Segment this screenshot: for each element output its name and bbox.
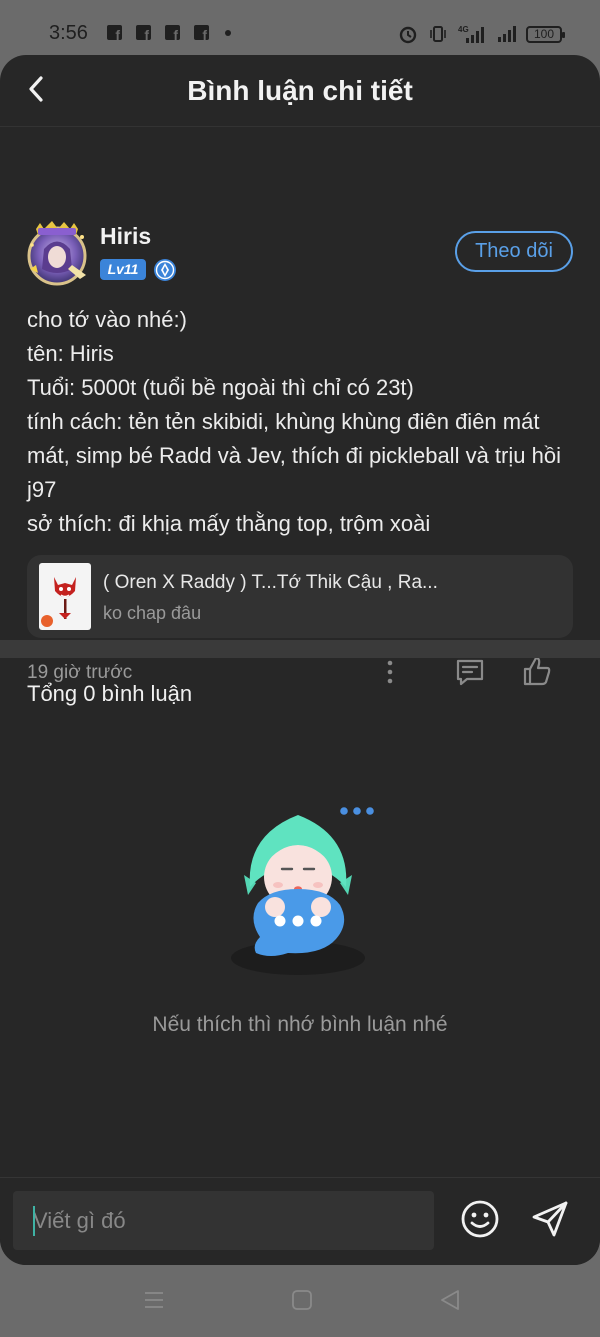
facebook-icon xyxy=(136,25,151,43)
page-title: Bình luận chi tiết xyxy=(187,75,413,106)
battery-icon: 100 xyxy=(526,25,565,43)
svg-text:4G: 4G xyxy=(458,25,469,34)
avatar[interactable] xyxy=(22,219,92,289)
header: Bình luận chi tiết xyxy=(0,55,600,127)
facebook-icon xyxy=(107,25,122,43)
comment-input-bar xyxy=(0,1177,600,1265)
post-line: cho tớ vào nhé:) xyxy=(27,307,187,332)
signal-icon xyxy=(498,26,516,42)
level-badge: Lv11 xyxy=(100,259,146,280)
recent-apps-icon[interactable] xyxy=(143,1289,165,1311)
status-bar: 3:56 4G 100 xyxy=(0,0,600,58)
home-icon[interactable] xyxy=(291,1289,313,1311)
system-nav-bar xyxy=(0,1265,600,1337)
comment-input[interactable] xyxy=(13,1191,434,1250)
post-line: sở thích: đi khịa mấy thằng top, trộm xo… xyxy=(27,511,431,536)
comment-icon[interactable] xyxy=(454,656,486,688)
post-line: tính cách: tẻn tẻn skibidi, khùng khùng … xyxy=(27,409,568,502)
facebook-icon xyxy=(194,25,209,43)
post-content: cho tớ vào nhé:) tên: Hiris Tuổi: 5000t … xyxy=(27,303,577,541)
follow-button[interactable]: Theo dõi xyxy=(455,231,573,272)
devil-mask-icon xyxy=(41,577,76,627)
music-thumbnail xyxy=(39,563,91,630)
username[interactable]: Hiris xyxy=(100,223,151,250)
nav-back-icon[interactable] xyxy=(438,1288,462,1312)
post-line: Tuổi: 5000t (tuổi bề ngoài thì chỉ có 23… xyxy=(27,375,414,400)
app-screen: Bình luận chi tiết Hiris Lv11 Theo dõi c… xyxy=(0,55,600,1265)
emoji-icon[interactable] xyxy=(460,1199,500,1239)
comments-count-title: Tổng 0 bình luận xyxy=(27,681,193,706)
system-icons: 4G 100 xyxy=(398,24,565,44)
music-artist: ko chap đâu xyxy=(103,603,202,623)
send-icon[interactable] xyxy=(530,1199,570,1239)
empty-comments-text: Nếu thích thì nhớ bình luận nhé xyxy=(152,1013,448,1036)
signal-4g-icon: 4G xyxy=(458,25,484,43)
notification-icons xyxy=(107,25,231,43)
vibrate-icon xyxy=(430,26,446,42)
empty-comments-illustration xyxy=(231,807,374,975)
more-notifications-icon xyxy=(225,29,231,36)
post-line: tên: Hiris xyxy=(27,341,114,366)
more-options-icon[interactable] xyxy=(378,657,402,687)
status-time: 3:56 xyxy=(49,22,88,44)
thumbs-up-icon[interactable] xyxy=(520,654,554,688)
music-title: ( Oren X Raddy ) T...Tớ Thik Cậu , Ra... xyxy=(103,572,438,593)
diamond-badge-icon xyxy=(154,259,176,281)
section-divider xyxy=(0,640,600,658)
facebook-icon xyxy=(165,25,180,43)
alarm-icon xyxy=(399,26,417,44)
text-caret xyxy=(33,1206,35,1236)
music-card[interactable]: ( Oren X Raddy ) T...Tớ Thik Cậu , Ra...… xyxy=(27,555,573,638)
